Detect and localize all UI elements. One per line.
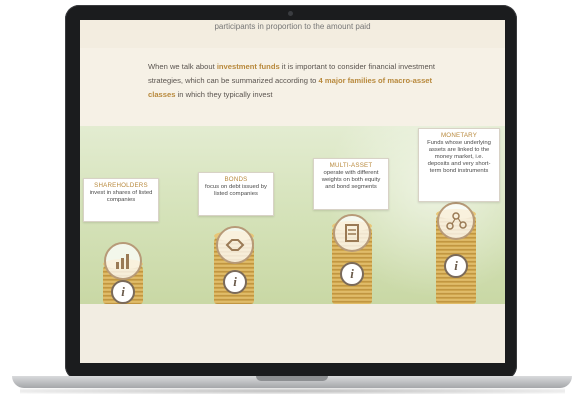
laptop-mockup: participants in proportion to the amount… (0, 0, 585, 398)
card-title: MONETARY (440, 132, 478, 139)
document-icon (333, 214, 371, 252)
card-title: BONDS (224, 176, 248, 183)
info-button-shareholders[interactable]: i (111, 280, 135, 304)
card-shareholders[interactable]: SHAREHOLDERS invest in shares of listed … (83, 178, 159, 222)
card-description: invest in shares of listed companies (89, 190, 153, 203)
handshake-icon (216, 226, 254, 264)
card-description: focus on debt issued by listed companies (205, 184, 267, 197)
network-icon (437, 202, 475, 240)
camera-icon (288, 11, 293, 16)
chart-icon (104, 242, 142, 280)
card-description: operate with different weights on both e… (321, 170, 381, 190)
intro-paragraph: When we talk about investment funds it i… (148, 60, 448, 102)
top-text: participants in proportion to the amount… (214, 22, 371, 31)
intro-bold-1: investment funds (216, 62, 280, 71)
top-section: participants in proportion to the amount… (80, 20, 505, 48)
asset-classes-band: i i i i SHAREHOLDERS invest in shares of… (80, 126, 505, 304)
info-button-bonds[interactable]: i (223, 270, 247, 294)
laptop-screen: participants in proportion to the amount… (80, 20, 505, 363)
info-button-monetary[interactable]: i (444, 254, 468, 278)
intro-text-1: When we talk about (148, 62, 217, 71)
card-description: Funds whose underlying assets are linked… (427, 140, 491, 174)
info-button-multi-asset[interactable]: i (340, 262, 364, 286)
intro-text-3: in which they typically invest (175, 90, 273, 99)
bottom-section (80, 304, 505, 363)
card-title: MULTI-ASSET (329, 162, 373, 169)
card-monetary[interactable]: MONETARY Funds whose underlying assets a… (418, 128, 500, 202)
card-bonds[interactable]: BONDS focus on debt issued by listed com… (198, 172, 274, 216)
laptop-notch (256, 376, 328, 381)
card-multi-asset[interactable]: MULTI-ASSET operate with different weigh… (313, 158, 389, 210)
laptop-shadow (20, 388, 565, 394)
card-title: SHAREHOLDERS (94, 182, 148, 189)
